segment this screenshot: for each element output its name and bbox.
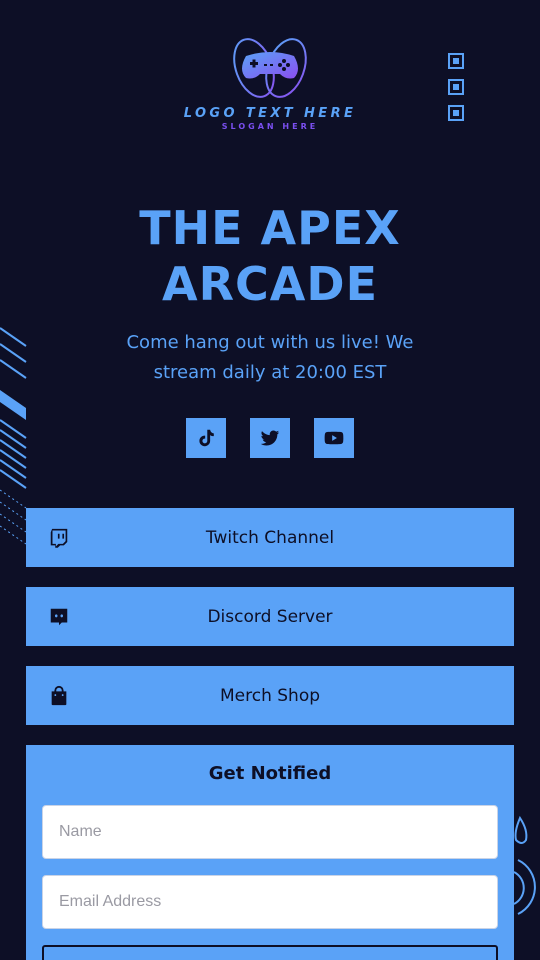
logo-slogan: SLOGAN HERE [221,122,319,131]
social-links [186,418,354,458]
twitch-channel-label: Twitch Channel [205,527,335,548]
page-subtitle: Come hang out with us live! We stream da… [126,332,414,383]
email-input[interactable] [42,875,498,929]
merch-shop-button[interactable]: Merch Shop [26,666,514,725]
menu-square-icon [448,53,464,69]
youtube-button[interactable] [314,418,354,458]
menu-button[interactable] [448,53,464,121]
menu-square-icon [448,105,464,121]
merch-shop-label: Merch Shop [219,685,321,706]
youtube-icon [324,431,344,445]
twitch-channel-button[interactable]: Twitch Channel [26,508,514,567]
submit-button[interactable] [42,945,498,960]
page-title: THE APEX ARCADE [0,200,540,312]
shopping-bag-icon [48,685,70,707]
discord-server-label: Discord Server [207,606,333,627]
logo-text: LOGO TEXT HERE [183,106,357,121]
name-input[interactable] [42,805,498,859]
gamepad-icon [233,38,307,98]
title-line-1: THE APEX [139,201,401,255]
menu-square-icon [448,79,464,95]
twitch-icon [48,527,70,549]
form-title: Get Notified [208,763,332,784]
twitter-icon [260,430,280,446]
discord-server-button[interactable]: Discord Server [26,587,514,646]
discord-icon [48,606,70,628]
twitter-button[interactable] [250,418,290,458]
notify-form: Get Notified [26,745,514,960]
title-line-2: ARCADE [162,257,378,311]
tiktok-icon [199,429,214,447]
tiktok-button[interactable] [186,418,226,458]
